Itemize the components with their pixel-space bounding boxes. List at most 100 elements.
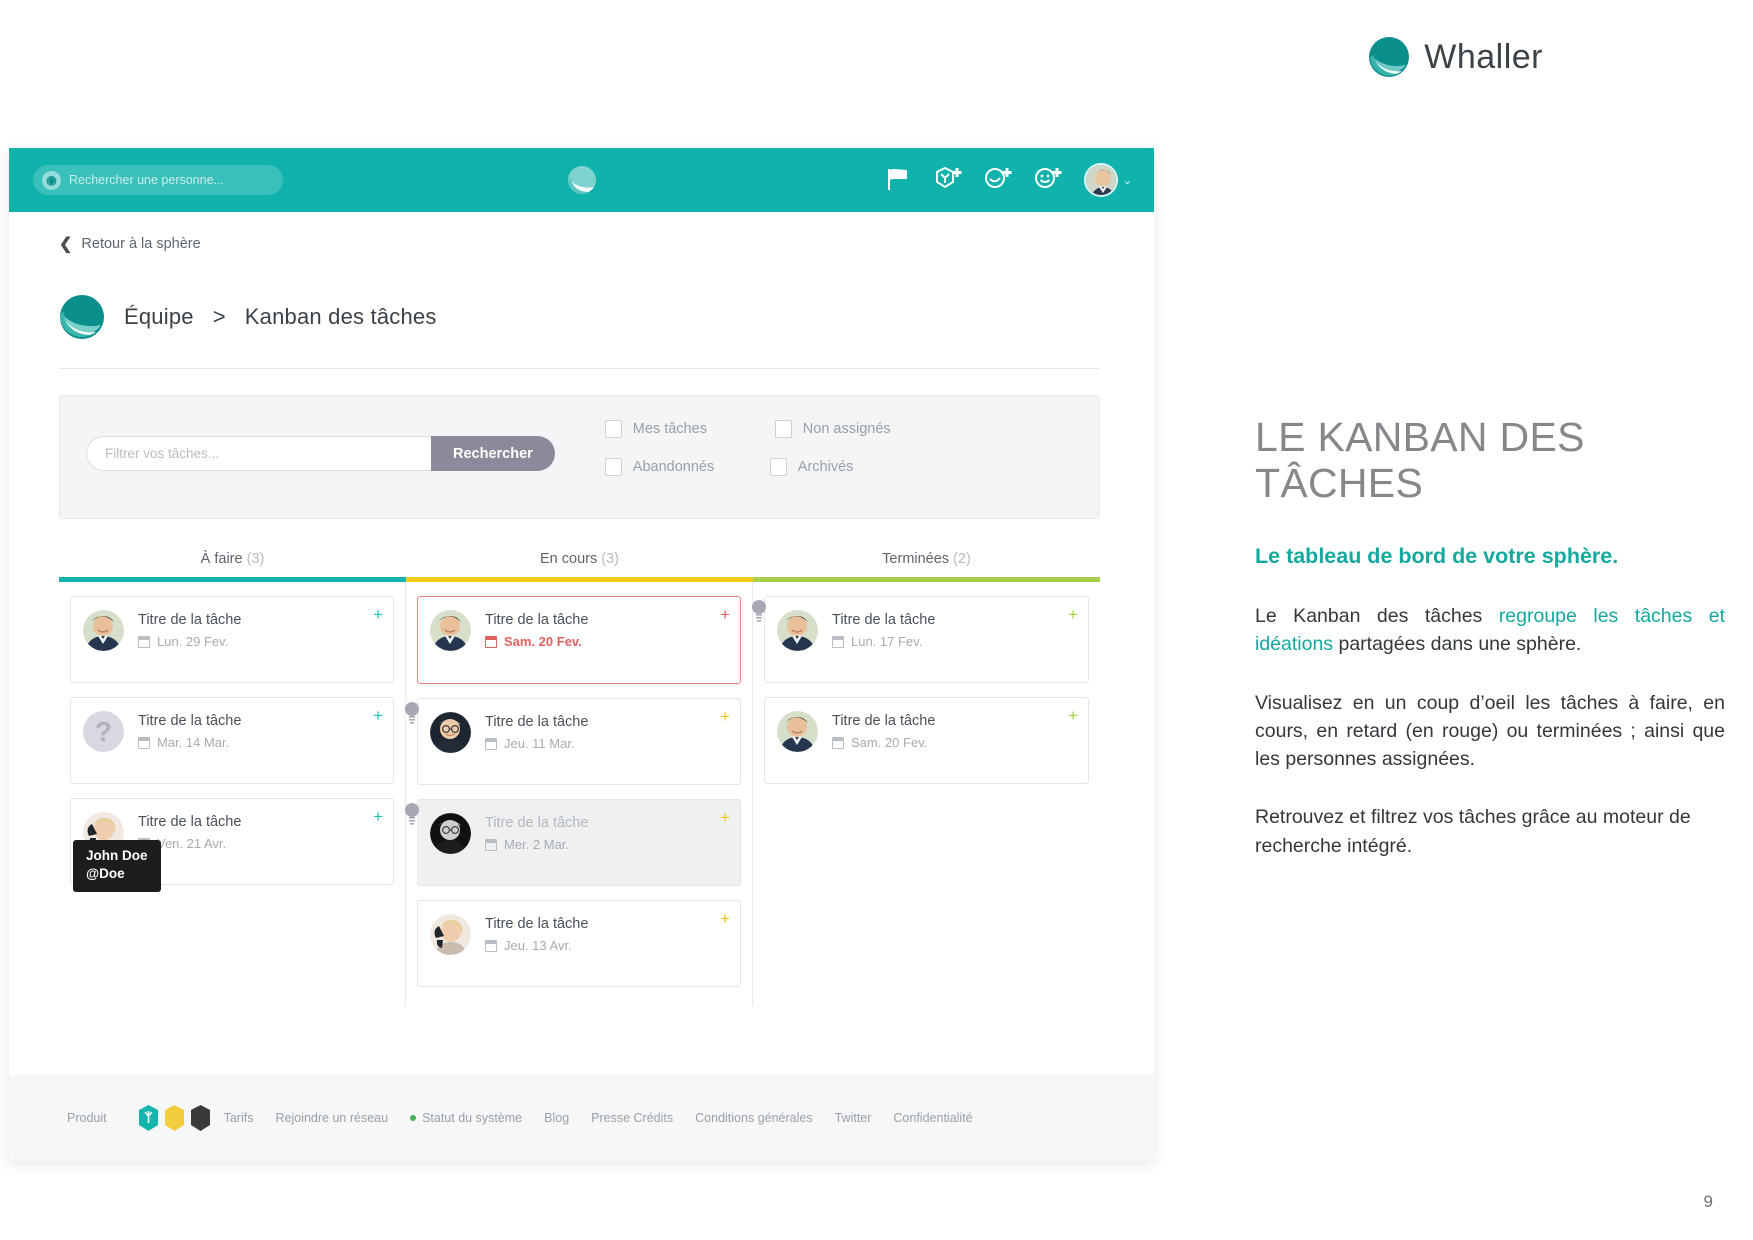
panel-paragraph-3: Retrouvez et filtrez vos tâches grâce au…: [1255, 806, 1691, 857]
chevron-left-icon: ❮: [59, 236, 73, 253]
breadcrumb-root[interactable]: Équipe: [124, 304, 194, 330]
footer-produit-label: Produit: [67, 1111, 107, 1125]
page-number: 9: [1703, 1192, 1713, 1211]
calendar-icon: [832, 635, 844, 648]
tooltip-handle: @Doe: [86, 866, 125, 882]
add-network-icon[interactable]: [984, 166, 1014, 194]
idea-bulb-icon: [751, 599, 767, 632]
add-task-icon[interactable]: +: [720, 606, 730, 623]
filter-tasks-input[interactable]: [86, 436, 431, 471]
footer-link-rejoindre[interactable]: Rejoindre un réseau: [275, 1111, 388, 1125]
footer-link-cgu[interactable]: Conditions générales: [695, 1111, 812, 1125]
checkbox-box[interactable]: [604, 420, 622, 438]
user-menu[interactable]: ⌄: [1083, 163, 1132, 197]
task-card[interactable]: Titre de la tâche Mer. 2 Mar. +: [405, 799, 741, 886]
back-to-sphere-link[interactable]: ❮ Retour à la sphère: [27, 212, 1132, 254]
footer-link-statut[interactable]: Statut du système: [410, 1111, 522, 1125]
add-contact-icon[interactable]: [1034, 166, 1064, 194]
product-hex-icons: [138, 1105, 210, 1131]
task-title: Titre de la tâche: [832, 612, 936, 628]
task-due-date-label: Sam. 20 Fev.: [851, 735, 928, 751]
add-task-icon[interactable]: +: [373, 707, 383, 724]
footer-link-blog[interactable]: Blog: [544, 1111, 569, 1125]
kanban-board: À faire (3) Titre de la tâche Lun. 29 Fev.…: [59, 551, 1100, 1006]
kanban-column-body: Titre de la tâche Lun. 17 Fev. + Titre de l…: [752, 582, 1100, 1006]
task-card[interactable]: Titre de la tâche Sam. 20 Fev. +: [764, 697, 1089, 784]
task-card[interactable]: Titre de la tâche Lun. 29 Fev. +: [70, 596, 394, 683]
task-due-date-label: Sam. 20 Fev.: [504, 634, 582, 650]
add-task-icon[interactable]: +: [1068, 606, 1078, 623]
footer-link-confidentialite[interactable]: Confidentialité: [893, 1111, 972, 1125]
filter-search-group: Rechercher: [86, 436, 555, 471]
add-task-icon[interactable]: +: [720, 809, 730, 826]
task-title: Titre de la tâche: [832, 713, 936, 729]
add-task-icon[interactable]: +: [373, 606, 383, 623]
brand-name: Whaller: [1424, 37, 1543, 76]
add-task-icon[interactable]: +: [1068, 707, 1078, 724]
task-due-date-label: Mer. 2 Mar.: [504, 837, 570, 853]
checkbox-mes-taches[interactable]: Mes tâches: [604, 420, 775, 438]
task-due-date: Jeu. 13 Avr.: [485, 938, 588, 953]
app-footer: Produit Tarifs Rejoindre un réseau Statu…: [9, 1075, 1154, 1161]
task-due-date: Lun. 29 Fev.: [138, 634, 241, 649]
column-label: En cours: [540, 551, 598, 567]
calendar-icon: [485, 635, 497, 648]
breadcrumb-separator: >: [212, 304, 226, 329]
task-title: Titre de la tâche: [485, 916, 589, 932]
footer-link-tarifs[interactable]: Tarifs: [224, 1111, 254, 1125]
kanban-column-title: Terminées (2): [753, 551, 1100, 577]
p1-part-a: Le Kanban des tâches: [1255, 604, 1499, 627]
checkbox-box[interactable]: [769, 458, 787, 476]
add-task-icon[interactable]: +: [720, 910, 730, 927]
search-icon: ◉: [42, 170, 61, 190]
task-card[interactable]: Titre de la tâche Lun. 17 Fev. +: [752, 596, 1089, 683]
task-due-date-label: Ven. 21 Avr.: [157, 836, 227, 852]
column-label: Terminées: [882, 551, 950, 567]
task-card[interactable]: ? Titre de la tâche Mar. 14 Mar. +: [70, 697, 394, 784]
hex-yellow-icon[interactable]: [164, 1105, 184, 1131]
checkbox-box[interactable]: [774, 420, 792, 438]
assignee-avatar-unassigned: ?: [83, 711, 124, 752]
search-button[interactable]: Rechercher: [431, 436, 555, 471]
task-due-date-label: Lun. 17 Fev.: [851, 634, 923, 650]
checkbox-box[interactable]: [604, 458, 622, 476]
task-due-date: Mer. 2 Mar.: [485, 837, 588, 852]
task-due-date: Jeu. 11 Mar.: [485, 736, 588, 751]
idea-bulb-icon: [404, 802, 420, 835]
panel-title: LE KANBAN DES TÂCHES: [1255, 414, 1585, 506]
p1-part-b: partagées dans une sphère.: [1333, 633, 1582, 656]
assignee-avatar: [777, 610, 818, 651]
assignee-avatar: [430, 712, 471, 753]
task-card[interactable]: Titre de la tâche Sam. 20 Fev. +: [417, 596, 741, 684]
person-search-field[interactable]: ◉ Rechercher une personne...: [33, 165, 283, 195]
task-due-date-label: Jeu. 11 Mar.: [504, 736, 575, 752]
assignee-avatar: [83, 610, 124, 651]
user-tooltip: John Doe @Doe: [73, 840, 161, 893]
panel-lead: Le tableau de bord de votre sphère.: [1255, 543, 1619, 568]
topbar-actions: ⌄: [884, 163, 1132, 197]
footer-link-statut-label: Statut du système: [422, 1111, 523, 1125]
column-count: (2): [953, 551, 971, 567]
checkbox-non-assignes[interactable]: Non assignés: [774, 420, 950, 438]
task-due-date: Lun. 17 Fev.: [832, 634, 935, 649]
topbar-logo-icon[interactable]: [567, 165, 597, 195]
hex-dark-icon[interactable]: [190, 1105, 210, 1131]
hex-teal-icon[interactable]: [138, 1105, 158, 1131]
add-task-icon[interactable]: +: [720, 708, 730, 725]
whaller-brand: Whaller: [1368, 36, 1543, 78]
column-label: À faire: [200, 551, 243, 567]
add-sphere-icon[interactable]: [934, 166, 964, 194]
task-due-date: Sam. 20 Fev.: [832, 735, 935, 750]
task-card[interactable]: Titre de la tâche Jeu. 13 Avr. +: [417, 900, 741, 987]
task-title: Titre de la tâche: [485, 714, 589, 730]
task-card[interactable]: Titre de la tâche Jeu. 11 Mar. +: [405, 698, 741, 785]
add-task-icon[interactable]: +: [373, 808, 383, 825]
checkbox-archives[interactable]: Archivés: [769, 458, 940, 476]
checkbox-abandonnes[interactable]: Abandonnés: [604, 458, 770, 476]
app-body: ❮ Retour à la sphère Équipe > Kanban des…: [27, 212, 1132, 1161]
flag-icon[interactable]: [884, 166, 914, 194]
task-due-date: Mar. 14 Mar.: [138, 735, 241, 750]
checkbox-label: Mes tâches: [632, 421, 707, 437]
footer-link-presse[interactable]: Presse Crédits: [591, 1111, 673, 1125]
footer-link-twitter[interactable]: Twitter: [835, 1111, 872, 1125]
